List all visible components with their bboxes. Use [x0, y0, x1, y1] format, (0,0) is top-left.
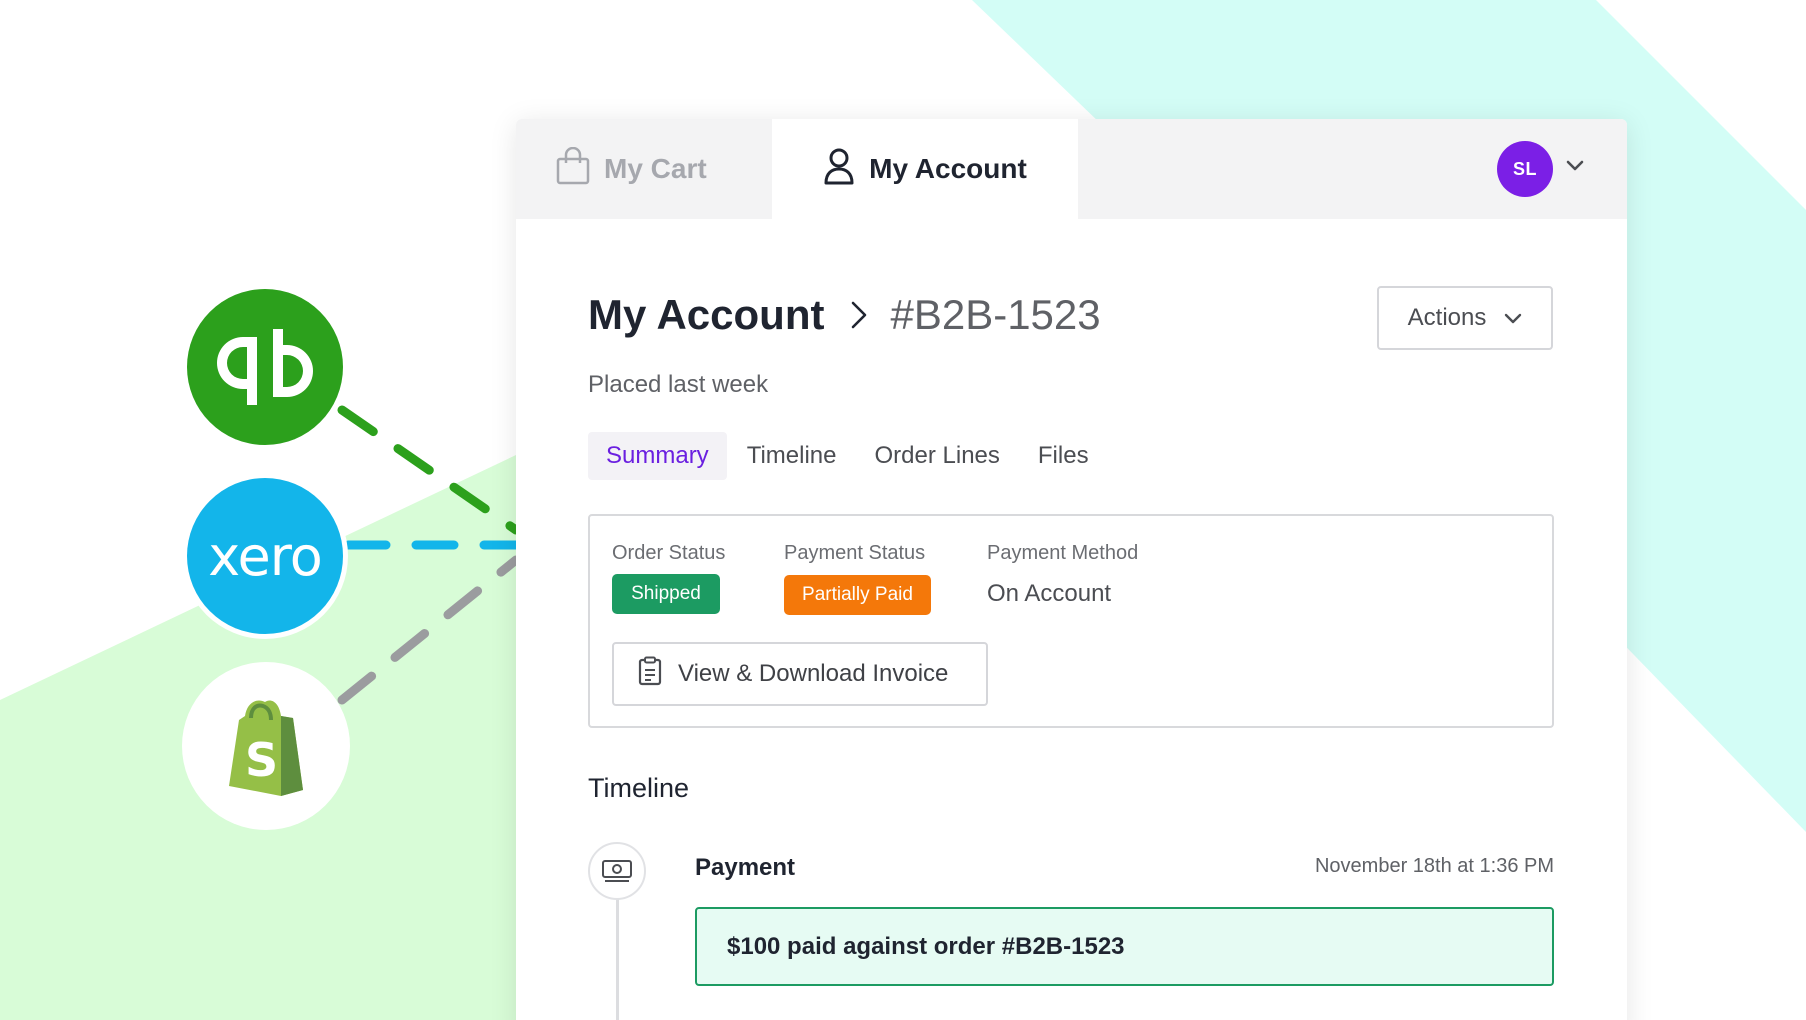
- svg-text:S: S: [245, 733, 278, 787]
- xero-logo-text: xero: [208, 524, 323, 588]
- order-status-label: Order Status: [612, 542, 726, 564]
- tab-my-account[interactable]: My Account: [772, 119, 1078, 219]
- chevron-right-icon: [850, 300, 868, 330]
- breadcrumb-my-account[interactable]: My Account: [588, 291, 824, 339]
- user-avatar[interactable]: SL: [1497, 141, 1553, 197]
- user-icon: [823, 147, 855, 192]
- timeline-track: [616, 899, 619, 1020]
- shopping-bag-icon: [556, 146, 590, 192]
- actions-label: Actions: [1407, 304, 1487, 331]
- timeline-event-time: November 18th at 1:36 PM: [1314, 855, 1554, 877]
- tab-my-cart[interactable]: My Cart: [556, 119, 707, 219]
- actions-button[interactable]: Actions: [1377, 286, 1553, 350]
- order-status-badge: Shipped: [612, 574, 720, 614]
- payment-note-text: $100 paid against order #B2B-1523: [727, 932, 1125, 960]
- order-id: #B2B-1523: [890, 291, 1101, 338]
- payment-status-label: Payment Status: [784, 542, 926, 564]
- xero-logo-icon: xero: [187, 478, 343, 634]
- timeline-event-title: Payment: [695, 854, 796, 881]
- quickbooks-logo-icon: [187, 289, 343, 445]
- payment-method-label: Payment Method: [987, 542, 1139, 564]
- chevron-down-icon[interactable]: [1565, 159, 1585, 178]
- placed-date: Placed last week: [588, 371, 769, 398]
- tab-summary[interactable]: Summary: [588, 432, 727, 480]
- banknote-icon: [588, 842, 646, 900]
- tab-my-account-label: My Account: [869, 153, 1027, 184]
- account-window: My Cart My Account SL My Account #B2B-15…: [516, 119, 1627, 1020]
- avatar-initials: SL: [1512, 158, 1537, 179]
- chevron-down-icon: [1504, 304, 1522, 332]
- tab-files[interactable]: Files: [1020, 432, 1107, 480]
- clipboard-icon: [638, 656, 662, 693]
- payment-status-badge: Partially Paid: [784, 575, 931, 615]
- breadcrumb: My Account #B2B-1523: [588, 291, 1101, 339]
- payment-method-value: On Account: [987, 580, 1112, 607]
- invoice-button-label: View & Download Invoice: [678, 660, 949, 687]
- top-navigation: My Cart My Account SL: [516, 119, 1627, 219]
- tab-timeline[interactable]: Timeline: [729, 432, 855, 480]
- order-tabs: Summary Timeline Order Lines Files: [588, 432, 1107, 480]
- tab-order-lines[interactable]: Order Lines: [857, 432, 1018, 480]
- timeline-event-note: $100 paid against order #B2B-1523: [695, 907, 1554, 986]
- tab-my-cart-label: My Cart: [604, 153, 707, 184]
- timeline-heading: Timeline: [588, 773, 690, 803]
- shopify-logo-icon: S: [182, 662, 350, 830]
- view-download-invoice-button[interactable]: View & Download Invoice: [612, 642, 988, 706]
- order-summary-panel: Order Status Shipped Payment Status Part…: [588, 514, 1554, 728]
